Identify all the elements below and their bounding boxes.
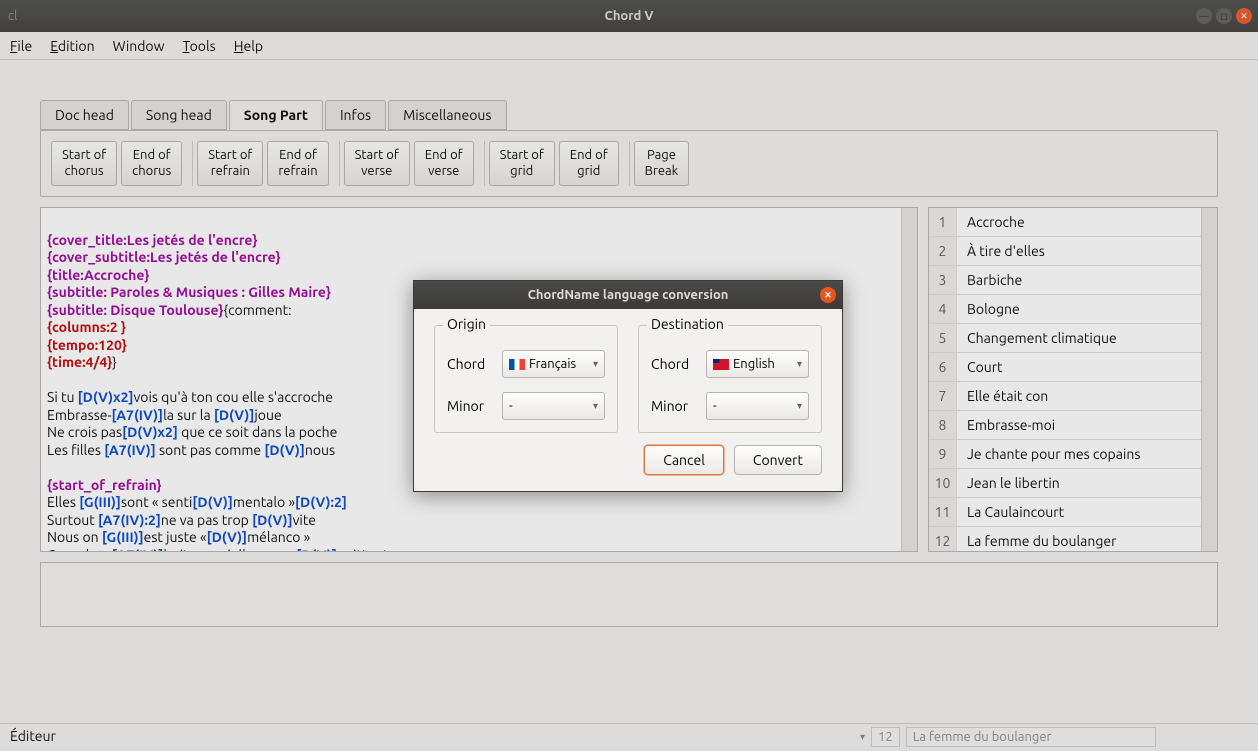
cancel-button[interactable]: Cancel (644, 445, 724, 475)
destination-group: Destination Chord English Minor - (638, 325, 822, 433)
dest-minor-select[interactable]: - (706, 392, 809, 420)
origin-label: Origin (443, 316, 490, 332)
flag-en-icon (713, 359, 729, 370)
dialog-titlebar[interactable]: ChordName language conversion ✕ (414, 281, 842, 309)
minor-label: Minor (651, 398, 706, 414)
flag-fr-icon (509, 359, 525, 370)
dialog-title: ChordName language conversion (528, 288, 729, 302)
destination-label: Destination (647, 316, 728, 332)
origin-minor-select[interactable]: - (502, 392, 605, 420)
origin-group: Origin Chord Français Minor - (434, 325, 618, 433)
dialog-close-icon[interactable]: ✕ (820, 287, 836, 303)
minor-label: Minor (447, 398, 502, 414)
chord-label: Chord (651, 356, 706, 372)
dest-chord-select[interactable]: English (706, 350, 809, 378)
chordname-conversion-dialog: ChordName language conversion ✕ Origin C… (413, 280, 843, 492)
chord-label: Chord (447, 356, 502, 372)
origin-chord-select[interactable]: Français (502, 350, 605, 378)
convert-button[interactable]: Convert (734, 445, 822, 475)
